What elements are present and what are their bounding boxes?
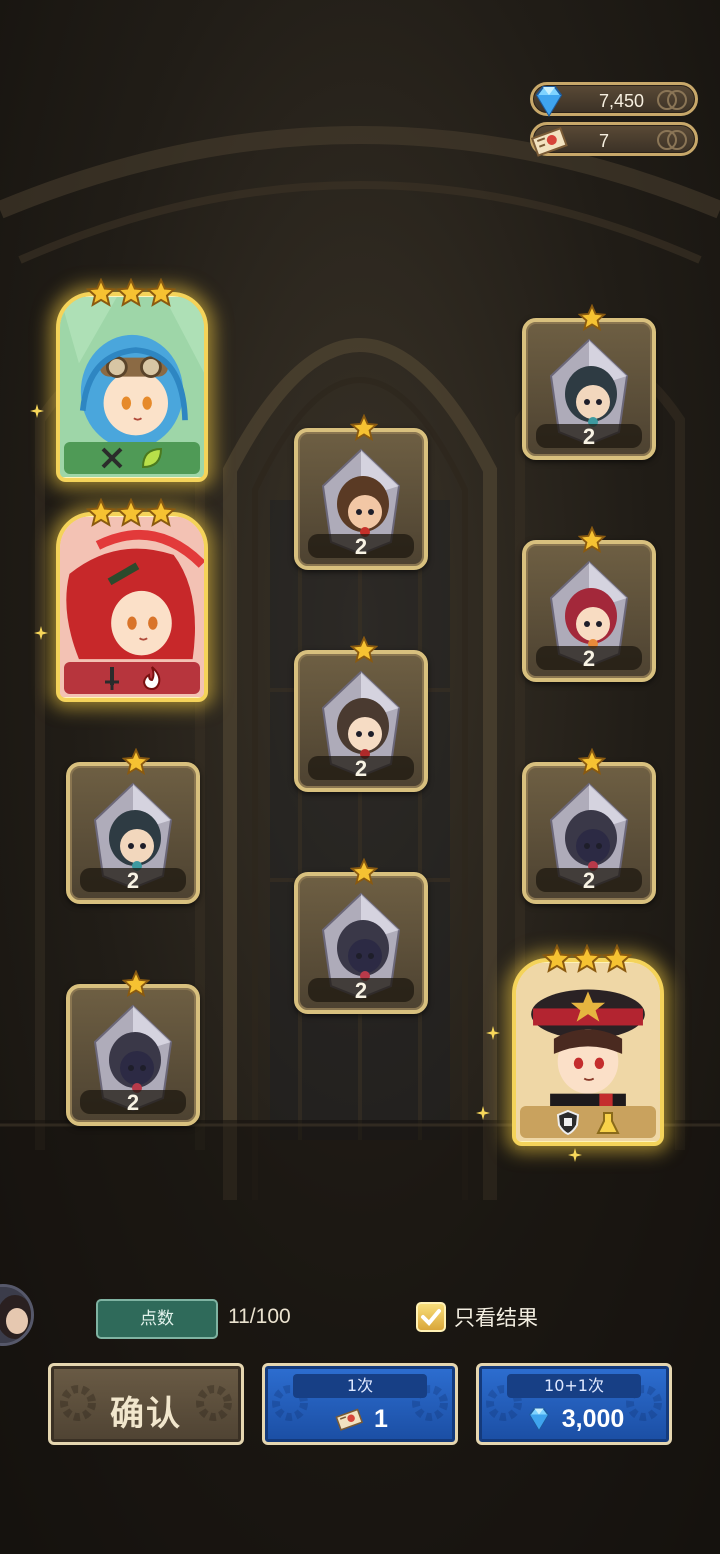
result-item-tile[interactable]: 2	[294, 414, 428, 570]
summon-eleven-caption: 10+1次	[507, 1374, 641, 1398]
star-icon	[122, 970, 150, 997]
star-icon	[350, 858, 378, 885]
star-icon	[578, 748, 606, 775]
hero-card-military-cap[interactable]	[512, 958, 664, 1146]
hero-card-footer	[64, 442, 200, 474]
points-label: 点数	[96, 1299, 218, 1339]
star-icon	[578, 304, 606, 331]
confirm-label: 确认	[110, 1394, 182, 1434]
hero-star-rating	[542, 944, 632, 974]
pill-ornament	[657, 90, 687, 110]
result-item-tile[interactable]: 2	[294, 858, 428, 1014]
diamond-icon	[535, 86, 563, 117]
item-quantity: 2	[308, 756, 414, 781]
light-icon	[596, 1112, 620, 1134]
points-value: 11/100	[228, 1305, 291, 1328]
ticket-amount: 7	[599, 131, 610, 151]
sparkle-icon	[34, 626, 48, 640]
star-icon	[116, 278, 146, 307]
star-icon	[86, 498, 116, 527]
shield-icon	[556, 1109, 580, 1135]
item-quantity: 2	[536, 424, 642, 449]
player-avatar[interactable]	[0, 1284, 34, 1346]
star-icon	[572, 944, 602, 973]
confirm-button[interactable]: 确认	[48, 1363, 244, 1445]
sparkle-icon	[30, 404, 44, 418]
sword-icon	[105, 667, 119, 690]
summon-ticket-icon	[335, 1408, 364, 1431]
result-item-tile[interactable]: 2	[522, 304, 656, 460]
summon-once-cost: 1	[265, 1404, 455, 1434]
result-item-tile[interactable]: 2	[66, 970, 200, 1126]
ticket-counter[interactable]: 7	[530, 122, 698, 157]
star-icon	[578, 526, 606, 553]
result-item-tile[interactable]: 2	[522, 748, 656, 904]
hero-card-footer	[64, 662, 200, 694]
result-item-tile[interactable]: 2	[66, 748, 200, 904]
star-icon	[116, 498, 146, 527]
gem-amount: 7,450	[599, 91, 645, 111]
star-icon	[350, 636, 378, 663]
avatar-portrait	[0, 1287, 31, 1343]
summon-once-button[interactable]: 1次 1	[262, 1363, 458, 1445]
hero-card-red-hair[interactable]	[56, 512, 208, 702]
item-quantity: 2	[308, 534, 414, 559]
show-results-only-toggle[interactable]: 只看结果	[416, 1302, 538, 1332]
hero-card-blue-hair[interactable]	[56, 292, 208, 482]
show-results-label: 只看结果	[454, 1306, 538, 1330]
sparkle-icon	[568, 1148, 582, 1162]
pill-ornament	[657, 130, 687, 150]
leaf-icon	[141, 447, 163, 469]
summon-eleven-cost: 3,000	[479, 1404, 669, 1434]
sparkle-icon	[486, 1026, 500, 1040]
item-quantity: 2	[536, 868, 642, 893]
summon-once-cost-value: 1	[374, 1404, 388, 1433]
hero-star-rating	[86, 278, 176, 308]
summon-once-caption: 1次	[293, 1374, 427, 1398]
summon-eleven-button[interactable]: 10+1次 3,000	[476, 1363, 672, 1445]
star-icon	[602, 944, 632, 973]
item-quantity: 2	[80, 868, 186, 893]
flame-icon	[142, 666, 161, 691]
star-icon	[350, 414, 378, 441]
item-quantity: 2	[308, 978, 414, 1003]
hero-card-footer	[520, 1106, 656, 1138]
summon-eleven-cost-value: 3,000	[561, 1404, 625, 1433]
gem-counter[interactable]: 7,450	[530, 82, 698, 117]
sparkle-icon	[476, 1106, 490, 1120]
summon-ticket-icon	[530, 127, 568, 157]
item-quantity: 2	[536, 646, 642, 671]
show-results-checkbox[interactable]	[416, 1302, 446, 1332]
result-item-tile[interactable]: 2	[522, 526, 656, 682]
star-icon	[122, 748, 150, 775]
star-icon	[542, 944, 572, 973]
crossed-swords-icon	[101, 447, 123, 469]
star-icon	[146, 278, 176, 307]
checkmark-icon	[421, 1309, 441, 1326]
item-quantity: 2	[80, 1090, 186, 1115]
result-item-tile[interactable]: 2	[294, 636, 428, 792]
star-icon	[146, 498, 176, 527]
hero-star-rating	[86, 498, 176, 528]
diamond-icon	[528, 1407, 549, 1431]
star-icon	[86, 278, 116, 307]
